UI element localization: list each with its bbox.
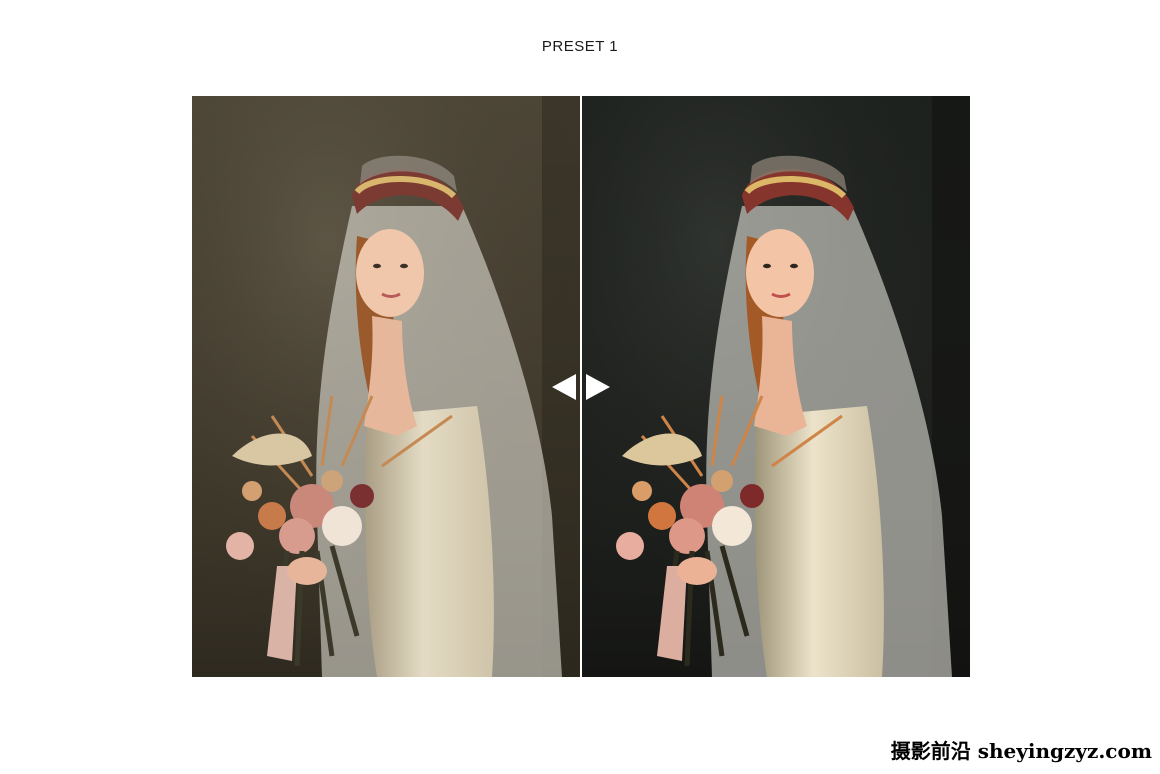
page-title: PRESET 1 [541,38,619,55]
watermark: 摄影前沿 sheyingzyz.com [890,739,1152,763]
after-photo-illustration [582,96,970,677]
page: PRESET 1 摄影前沿 sheyingzyz.com [0,0,1160,774]
after-photo [582,96,970,677]
before-photo [192,96,580,677]
triangle-right-icon[interactable] [586,374,610,400]
before-photo-illustration [192,96,580,677]
triangle-left-icon[interactable] [552,374,576,400]
